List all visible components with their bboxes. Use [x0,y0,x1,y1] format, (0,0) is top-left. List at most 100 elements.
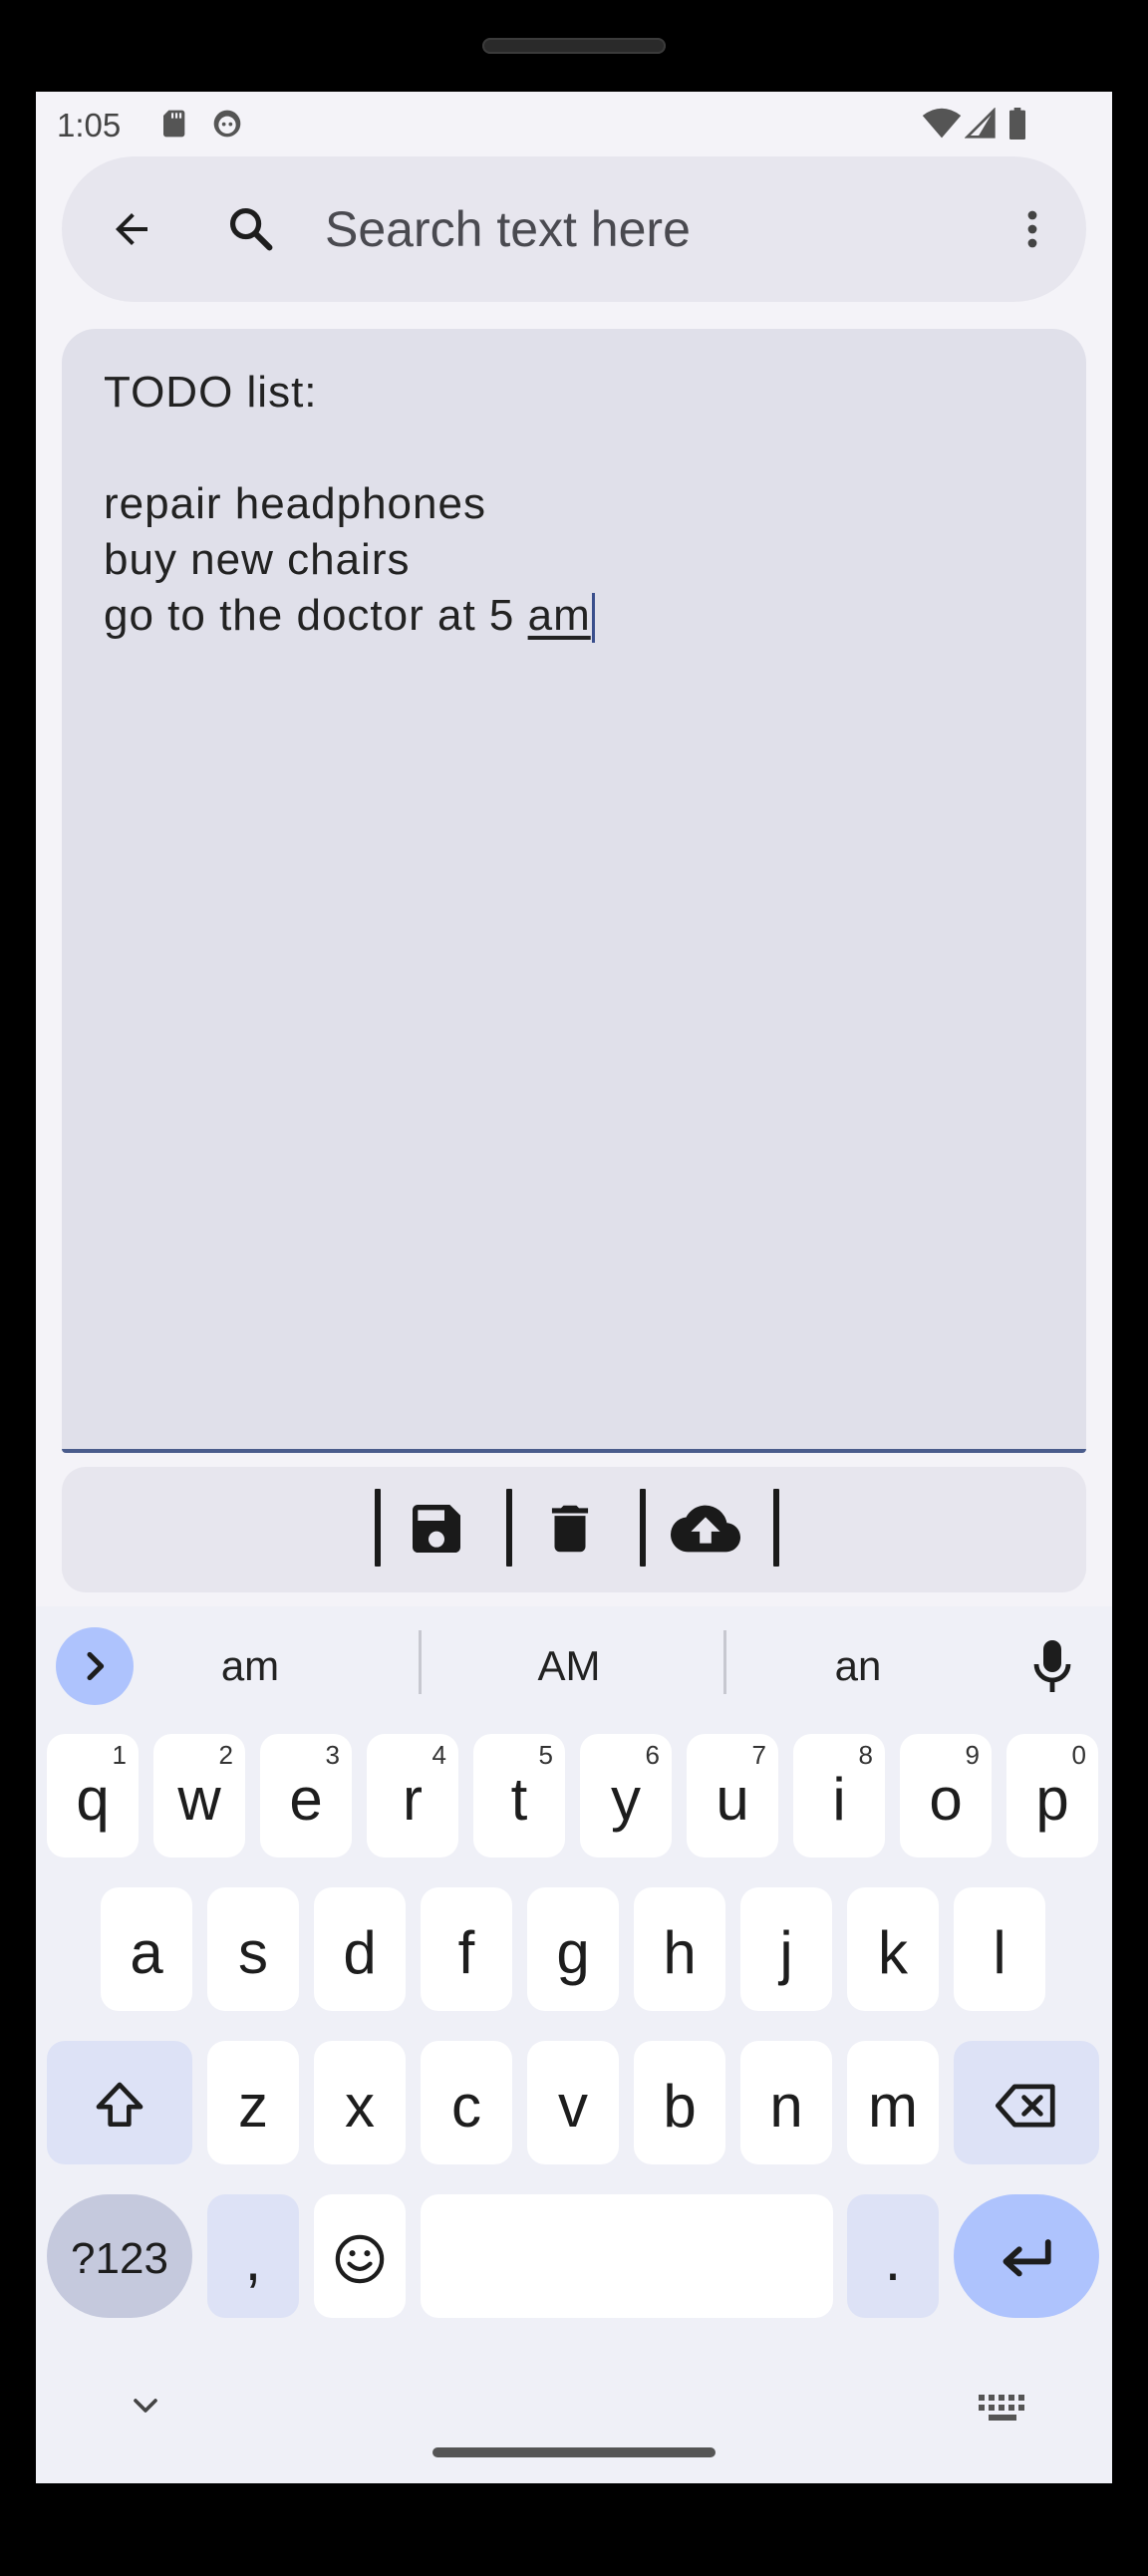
key-hint: 6 [645,1740,660,1770]
key-c[interactable]: c [421,2041,512,2164]
enter-icon [1003,2239,1051,2277]
delete-button[interactable] [530,1489,610,1569]
phone-screen: 1:05 TODO list: repair headphones buy ne… [36,92,1112,2483]
shift-key[interactable] [47,2041,192,2164]
upload-button[interactable] [664,1489,747,1569]
key-x[interactable]: x [314,2041,406,2164]
backspace-key[interactable] [954,2041,1099,2164]
earpiece-speaker [482,38,666,54]
key-hint: 5 [538,1740,553,1770]
key-h[interactable]: h [634,1887,725,2011]
suggestion-3[interactable]: an [753,1636,963,1696]
key-hint: 2 [218,1740,233,1770]
key-v[interactable]: v [527,2041,619,2164]
more-vertical-icon[interactable] [1008,205,1056,253]
key-f[interactable]: f [421,1887,512,2011]
key-hint: 3 [325,1740,340,1770]
note-toolbar [62,1467,1086,1592]
key-label: p [1035,1765,1069,1833]
key-label: y [611,1765,641,1833]
comma-key[interactable]: , [207,2194,299,2318]
cell-signal-icon [965,108,996,139]
key-y[interactable]: y6 [580,1734,672,1858]
key-hint: 0 [1071,1740,1086,1770]
note-content[interactable]: TODO list: repair headphones buy new cha… [104,365,595,644]
key-label: q [76,1765,110,1833]
shift-icon [96,2082,144,2127]
save-button[interactable] [397,1489,476,1569]
key-u[interactable]: u7 [687,1734,778,1858]
battery-icon [1009,108,1025,140]
backspace-icon [996,2084,1055,2128]
key-g[interactable]: g [527,1887,619,2011]
save-icon [413,1505,460,1553]
suggestion-divider [723,1630,726,1694]
suggestion-divider [419,1630,422,1694]
space-key[interactable] [421,2194,833,2318]
chevron-right-icon [87,1651,105,1681]
suggestion-1[interactable]: am [165,1636,335,1696]
key-m[interactable]: m [847,2041,939,2164]
emoji-icon [335,2234,385,2284]
key-hint: 7 [751,1740,766,1770]
key-label: u [716,1765,749,1833]
trash-icon [551,1505,589,1553]
key-label: w [177,1765,221,1833]
key-i[interactable]: i8 [793,1734,885,1858]
key-hint: 4 [431,1740,446,1770]
key-w[interactable]: w2 [153,1734,245,1858]
key-r[interactable]: r4 [367,1734,458,1858]
key-b[interactable]: b [634,2041,725,2164]
composing-word: am [527,591,591,640]
key-p[interactable]: p0 [1006,1734,1098,1858]
key-n[interactable]: n [740,2041,832,2164]
key-label: i [832,1765,846,1833]
status-time: 1:05 [57,107,122,143]
home-gesture-bar[interactable] [432,2447,716,2457]
sd-card-icon [163,110,185,138]
symbols-key[interactable]: ?123 [47,2194,192,2318]
key-hint: 1 [112,1740,127,1770]
search-input[interactable] [323,188,965,270]
emoji-key[interactable] [314,2194,406,2318]
key-k[interactable]: k [847,1887,939,2011]
cloud-upload-icon [671,1505,740,1553]
key-label: t [510,1765,528,1833]
search-bar [62,156,1086,302]
key-label: o [929,1765,963,1833]
note-line: TODO list: [104,368,318,417]
arrow-left-icon[interactable] [108,205,155,253]
wifi-icon [922,108,962,139]
android-robot-icon [213,110,241,138]
toolbar-divider [506,1489,512,1567]
note-line: repair headphones [104,479,486,528]
note-text-area[interactable]: TODO list: repair headphones buy new cha… [62,329,1086,1453]
key-label: r [403,1765,423,1833]
text-cursor [591,593,595,644]
keyboard-icon[interactable] [977,2392,1028,2426]
suggestion-expand-button[interactable] [56,1627,134,1705]
voice-input-button[interactable] [1022,1626,1082,1706]
key-d[interactable]: d [314,1887,406,2011]
key-t[interactable]: t5 [473,1734,565,1858]
key-a[interactable]: a [101,1887,192,2011]
key-hint: 8 [858,1740,873,1770]
toolbar-divider [375,1489,381,1567]
microphone-icon [1033,1640,1071,1692]
key-z[interactable]: z [207,2041,299,2164]
key-o[interactable]: o9 [900,1734,992,1858]
key-l[interactable]: l [954,1887,1045,2011]
toolbar-divider [640,1489,646,1567]
key-j[interactable]: j [740,1887,832,2011]
search-icon[interactable] [225,203,277,255]
suggestion-2[interactable]: AM [444,1636,694,1696]
key-hint: 9 [965,1740,980,1770]
chevron-down-icon[interactable] [126,2386,165,2426]
note-line: buy new chairs [104,535,411,584]
key-q[interactable]: q1 [47,1734,139,1858]
key-e[interactable]: e3 [260,1734,352,1858]
key-s[interactable]: s [207,1887,299,2011]
enter-key[interactable] [954,2194,1099,2318]
period-key[interactable]: . [847,2194,939,2318]
toolbar-divider [773,1489,779,1567]
